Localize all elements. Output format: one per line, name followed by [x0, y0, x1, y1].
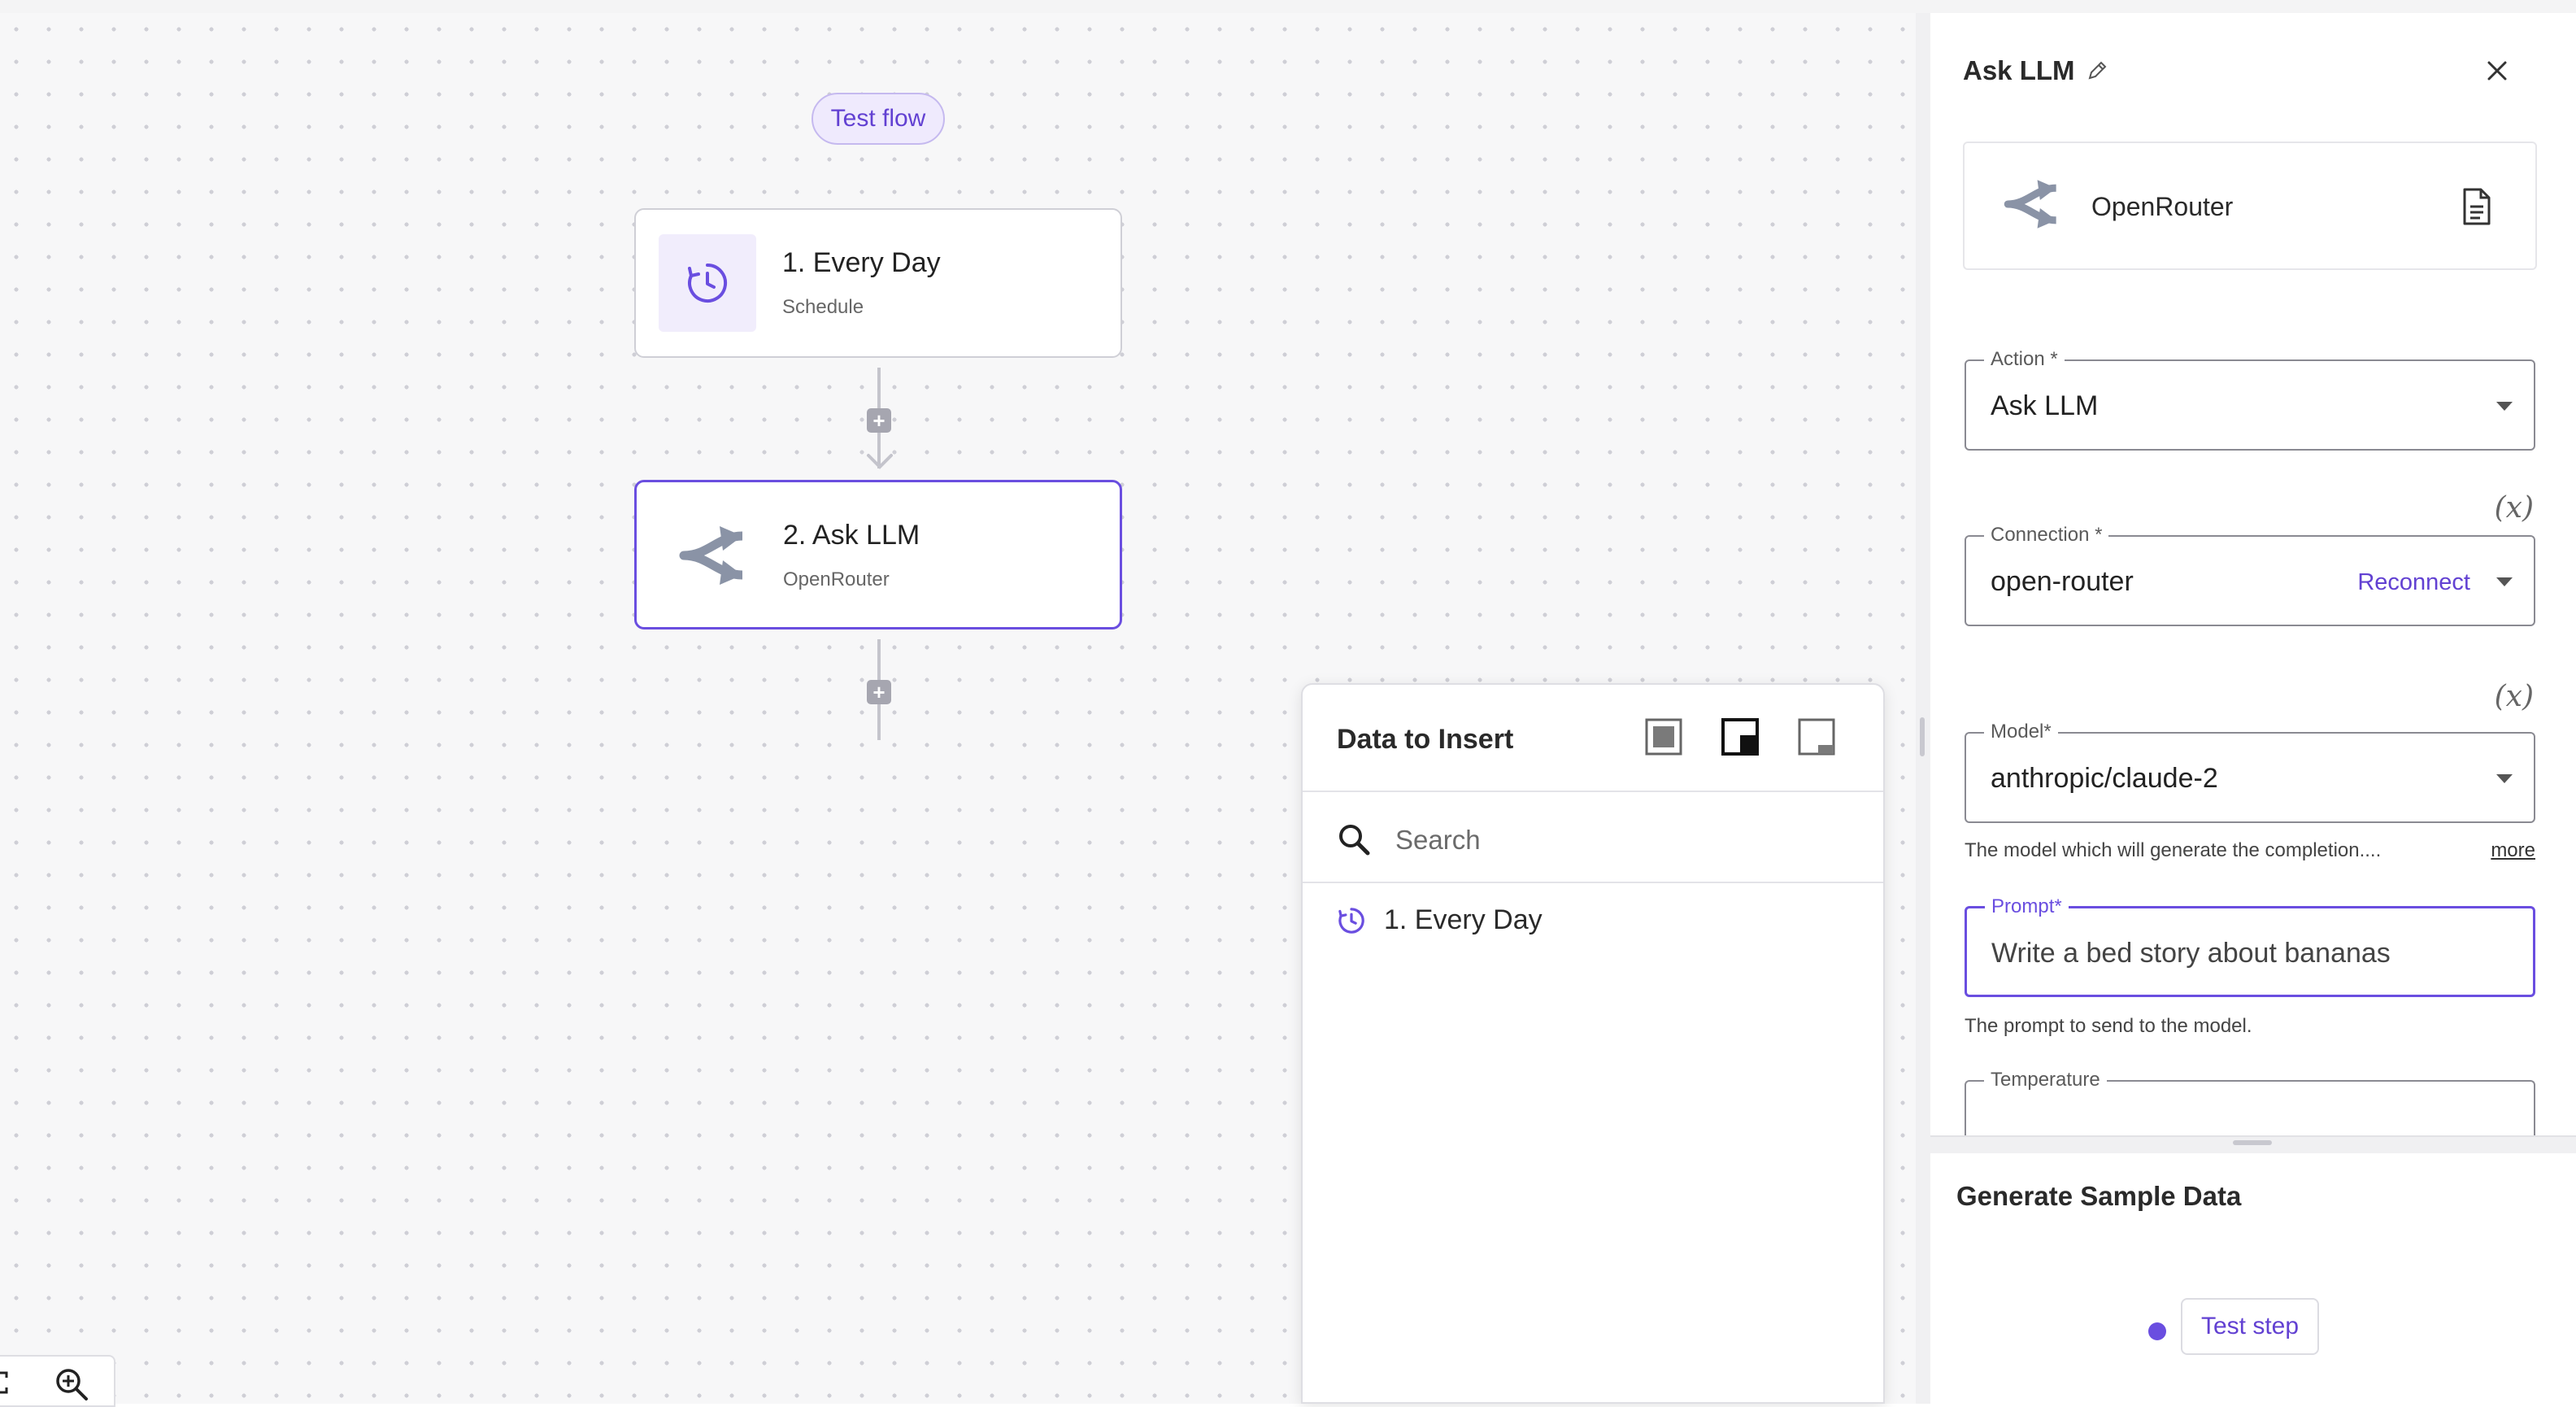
step-title: 1. Every Day [782, 247, 941, 278]
chevron-down-icon [2496, 402, 2513, 411]
flow-step-every-day[interactable]: 1. Every Day Schedule [634, 208, 1122, 358]
action-select[interactable]: Action * Ask LLM [1965, 348, 2535, 451]
model-select[interactable]: Model* anthropic/claude-2 [1965, 721, 2535, 823]
piece-card: OpenRouter [1963, 142, 2537, 270]
resize-handle[interactable] [1920, 717, 1925, 756]
fit-view-icon[interactable] [0, 1370, 11, 1396]
prompt-input[interactable]: Prompt* Write a bed story about bananas [1965, 895, 2535, 997]
field-value: anthropic/claude-2 [1991, 763, 2218, 794]
field-label: Connection * [1984, 524, 2109, 547]
openrouter-icon [659, 507, 757, 604]
reconnect-button[interactable]: Reconnect [2357, 569, 2470, 596]
data-to-insert-panel: Data to Insert 1. Every Day [1301, 683, 1885, 1404]
document-icon[interactable] [2461, 187, 2493, 226]
zoom-in-icon[interactable] [54, 1366, 89, 1402]
variable-toggle[interactable]: (x) [2495, 491, 2534, 525]
clock-icon [659, 234, 756, 332]
flow-step-ask-llm[interactable]: 2. Ask LLM OpenRouter [634, 480, 1122, 629]
search-row [1337, 815, 1841, 865]
step-title: 2. Ask LLM [783, 520, 920, 551]
field-label: Prompt* [1985, 895, 2069, 918]
chevron-down-icon [2496, 577, 2513, 586]
docked-bottom-icon[interactable] [1797, 717, 1836, 756]
data-item-label: 1. Every Day [1384, 904, 1543, 935]
close-icon[interactable] [2485, 59, 2509, 83]
panel-title-text: Ask LLM [1963, 55, 2075, 85]
add-step-button[interactable]: + [867, 408, 891, 433]
test-step-button[interactable]: Test step [2181, 1298, 2319, 1355]
data-to-insert-title: Data to Insert [1337, 724, 1514, 755]
step-subtitle: Schedule [782, 296, 864, 318]
prompt-help-text: The prompt to send to the model. [1965, 1015, 2252, 1037]
step-subtitle: OpenRouter [783, 568, 890, 590]
search-icon [1339, 825, 1370, 856]
arrow-down-icon [867, 454, 893, 469]
panel-splitter[interactable] [1930, 1135, 2576, 1155]
status-dot [2148, 1322, 2166, 1340]
model-help-text: The model which will generate the comple… [1965, 839, 2382, 861]
field-value: Write a bed story about bananas [1991, 938, 2391, 969]
panel-title: Ask LLM [1963, 55, 2108, 86]
docked-side-icon[interactable] [1721, 717, 1760, 756]
chevron-down-icon [2496, 774, 2513, 783]
sample-data-title: Generate Sample Data [1956, 1181, 2242, 1211]
search-input[interactable] [1394, 824, 1820, 856]
pencil-icon[interactable] [2086, 60, 2108, 81]
field-value: Ask LLM [1991, 390, 2099, 421]
variable-toggle[interactable]: (x) [2495, 680, 2534, 713]
field-value: open-router [1991, 566, 2134, 597]
piece-name: OpenRouter [2091, 192, 2234, 221]
drag-handle[interactable] [2233, 1140, 2272, 1145]
data-item-every-day[interactable]: 1. Every Day [1337, 904, 1543, 936]
step-settings-panel: Ask LLM OpenRouter Action * Ask LLM (x) … [1930, 13, 2576, 1404]
test-flow-button[interactable]: Test flow [812, 93, 945, 145]
docked-full-icon[interactable] [1644, 717, 1683, 756]
clock-icon [1338, 907, 1364, 934]
divider [1303, 791, 1883, 792]
divider [1303, 882, 1883, 883]
field-label: Model* [1984, 721, 2058, 743]
openrouter-icon [2004, 180, 2056, 229]
panel-divider [1916, 13, 1930, 1404]
zoom-controls [0, 1355, 115, 1407]
field-label: Temperature [1984, 1069, 2107, 1091]
add-step-button[interactable]: + [867, 680, 891, 704]
connection-select[interactable]: Connection * open-router Reconnect [1965, 524, 2535, 626]
field-label: Action * [1984, 348, 2065, 371]
more-link[interactable]: more [2491, 839, 2535, 862]
